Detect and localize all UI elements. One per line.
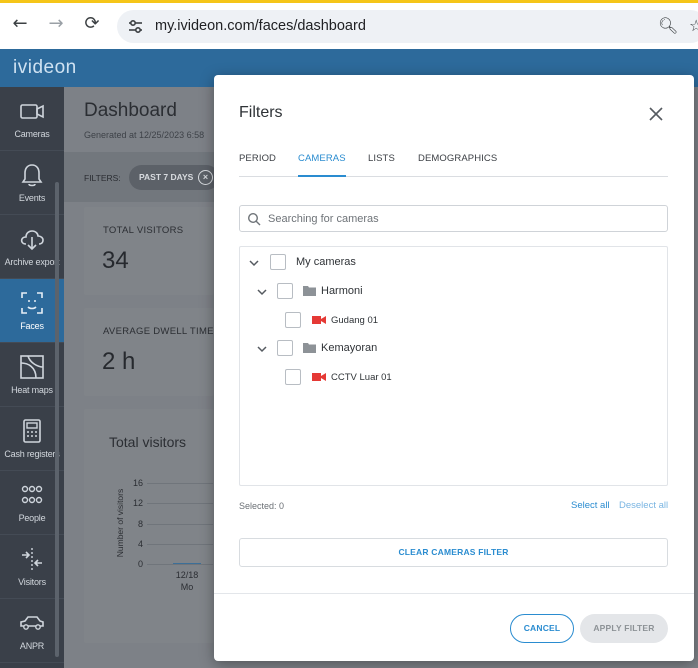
remove-filter-icon[interactable]: ×	[198, 170, 213, 185]
tab-period[interactable]: PERIOD	[239, 153, 276, 177]
forward-button[interactable]: →	[45, 13, 67, 35]
chevron-down-icon[interactable]	[256, 286, 268, 298]
sidebar-scrollbar[interactable]	[55, 182, 59, 657]
tree-label-group: Harmoni	[321, 285, 363, 297]
chevron-down-icon[interactable]	[256, 343, 268, 355]
checkbox-my-cameras[interactable]	[270, 254, 286, 270]
sidebar: Cameras Events Archive export Faces Heat…	[0, 87, 64, 668]
clear-cameras-filter-button[interactable]: CLEAR CAMERAS FILTER	[239, 538, 668, 567]
average-dwell-time-card: AVERAGE DWELL TIME 2 h	[84, 308, 214, 396]
checkbox-cctv-luar-01[interactable]	[285, 369, 301, 385]
chevron-down-icon[interactable]	[248, 257, 260, 269]
tree-row-root[interactable]: My cameras	[240, 254, 660, 274]
bell-icon	[21, 164, 43, 187]
deselect-all-link[interactable]: Deselect all	[619, 500, 668, 511]
card-label: AVERAGE DWELL TIME	[103, 326, 214, 337]
heatmap-icon	[20, 355, 44, 379]
gridline	[147, 543, 213, 545]
card-label: TOTAL VISITORS	[103, 225, 184, 236]
checkbox-harmoni[interactable]	[277, 283, 293, 299]
checkbox-kemayoran[interactable]	[277, 340, 293, 356]
site-settings-icon[interactable]	[127, 18, 144, 35]
gridline	[147, 483, 213, 484]
gridline	[147, 503, 213, 505]
x-tick-label: 12/18	[175, 570, 199, 580]
ivideon-logo[interactable]: ivideon	[13, 57, 77, 79]
address-bar[interactable]: my.ivideon.com/faces/dashboard 🔍︎ ☆	[117, 10, 698, 43]
page-title: Dashboard	[84, 100, 177, 121]
face-scan-icon	[21, 292, 43, 314]
apply-filter-button[interactable]: APPLY FILTER	[580, 614, 668, 643]
search-icon	[247, 212, 261, 226]
video-camera-icon	[312, 373, 326, 381]
camera-tree: My cameras Harmoni Gudang 01 Kemayoran C…	[239, 246, 668, 486]
tree-row-group[interactable]: Harmoni	[240, 283, 660, 303]
search-input[interactable]	[268, 210, 658, 228]
filters-modal: Filters PERIOD CAMERAS LISTS DEMOGRAPHIC…	[214, 75, 694, 661]
tree-row-group[interactable]: Kemayoran	[240, 340, 660, 360]
card-value: 34	[102, 247, 129, 274]
selected-count: Selected: 0	[239, 501, 285, 511]
tree-label-group: Kemayoran	[321, 342, 378, 354]
browser-toolbar: ← → ⟳ my.ivideon.com/faces/dashboard 🔍︎ …	[0, 0, 698, 49]
tree-row-camera[interactable]: Gudang 01	[240, 312, 660, 332]
card-value: 2 h	[102, 348, 136, 375]
total-visitors-card: TOTAL VISITORS 34	[84, 207, 214, 295]
gridline	[147, 523, 213, 525]
filter-chip-period[interactable]: PAST 7 DAYS ×	[129, 165, 219, 190]
tree-label-camera: Gudang 01	[331, 315, 379, 326]
url-text[interactable]: my.ivideon.com/faces/dashboard	[155, 18, 366, 34]
folder-icon	[303, 343, 316, 353]
y-tick-label: 8	[137, 518, 143, 529]
reload-button[interactable]: ⟳	[81, 13, 103, 35]
y-tick-label: 12	[132, 498, 143, 509]
cash-register-icon	[23, 419, 41, 443]
filter-chip-label: PAST 7 DAYS	[139, 172, 194, 182]
camera-icon	[20, 104, 44, 119]
people-icon	[21, 485, 43, 504]
zoom-icon[interactable]: 🔍︎	[658, 16, 678, 35]
cancel-button[interactable]: CANCEL	[510, 614, 574, 643]
back-button[interactable]: ←	[9, 13, 31, 35]
chart-y-axis-label: Number of visitors	[115, 488, 125, 558]
gridline	[147, 564, 213, 565]
folder-icon	[303, 286, 316, 296]
visitors-icon	[22, 548, 42, 570]
tab-cameras[interactable]: CAMERAS	[298, 153, 346, 177]
camera-search-field[interactable]	[239, 205, 668, 232]
video-camera-icon	[312, 316, 326, 324]
sidebar-item-label: Cameras	[14, 129, 50, 139]
generated-timestamp: Generated at 12/25/2023 6:58	[84, 130, 205, 140]
modal-title: Filters	[239, 104, 283, 121]
filter-tabs: PERIOD CAMERAS LISTS DEMOGRAPHICS	[239, 149, 668, 177]
tab-lists[interactable]: LISTS	[368, 153, 395, 177]
tree-label-camera: CCTV Luar 01	[331, 372, 392, 383]
chart-title: Total visitors	[109, 434, 187, 450]
checkbox-gudang-01[interactable]	[285, 312, 301, 328]
bookmark-star-icon[interactable]: ☆	[689, 16, 698, 35]
cloud-download-icon	[20, 230, 44, 251]
close-icon[interactable]	[646, 104, 666, 124]
filters-label: FILTERS:	[84, 173, 121, 183]
y-tick-label: 0	[137, 559, 143, 569]
footer-divider	[214, 593, 694, 594]
car-icon	[20, 616, 44, 630]
chart-bar[interactable]	[173, 563, 201, 564]
select-all-link[interactable]: Select all	[571, 500, 610, 511]
sidebar-item-cameras[interactable]: Cameras	[0, 87, 64, 151]
tab-demographics[interactable]: DEMOGRAPHICS	[418, 153, 497, 177]
y-tick-label: 16	[132, 478, 143, 488]
tree-label-root: My cameras	[296, 256, 356, 268]
tree-row-camera[interactable]: CCTV Luar 01	[240, 369, 660, 389]
x-tick-sublabel: Mo	[180, 582, 194, 592]
y-tick-label: 4	[137, 538, 143, 549]
